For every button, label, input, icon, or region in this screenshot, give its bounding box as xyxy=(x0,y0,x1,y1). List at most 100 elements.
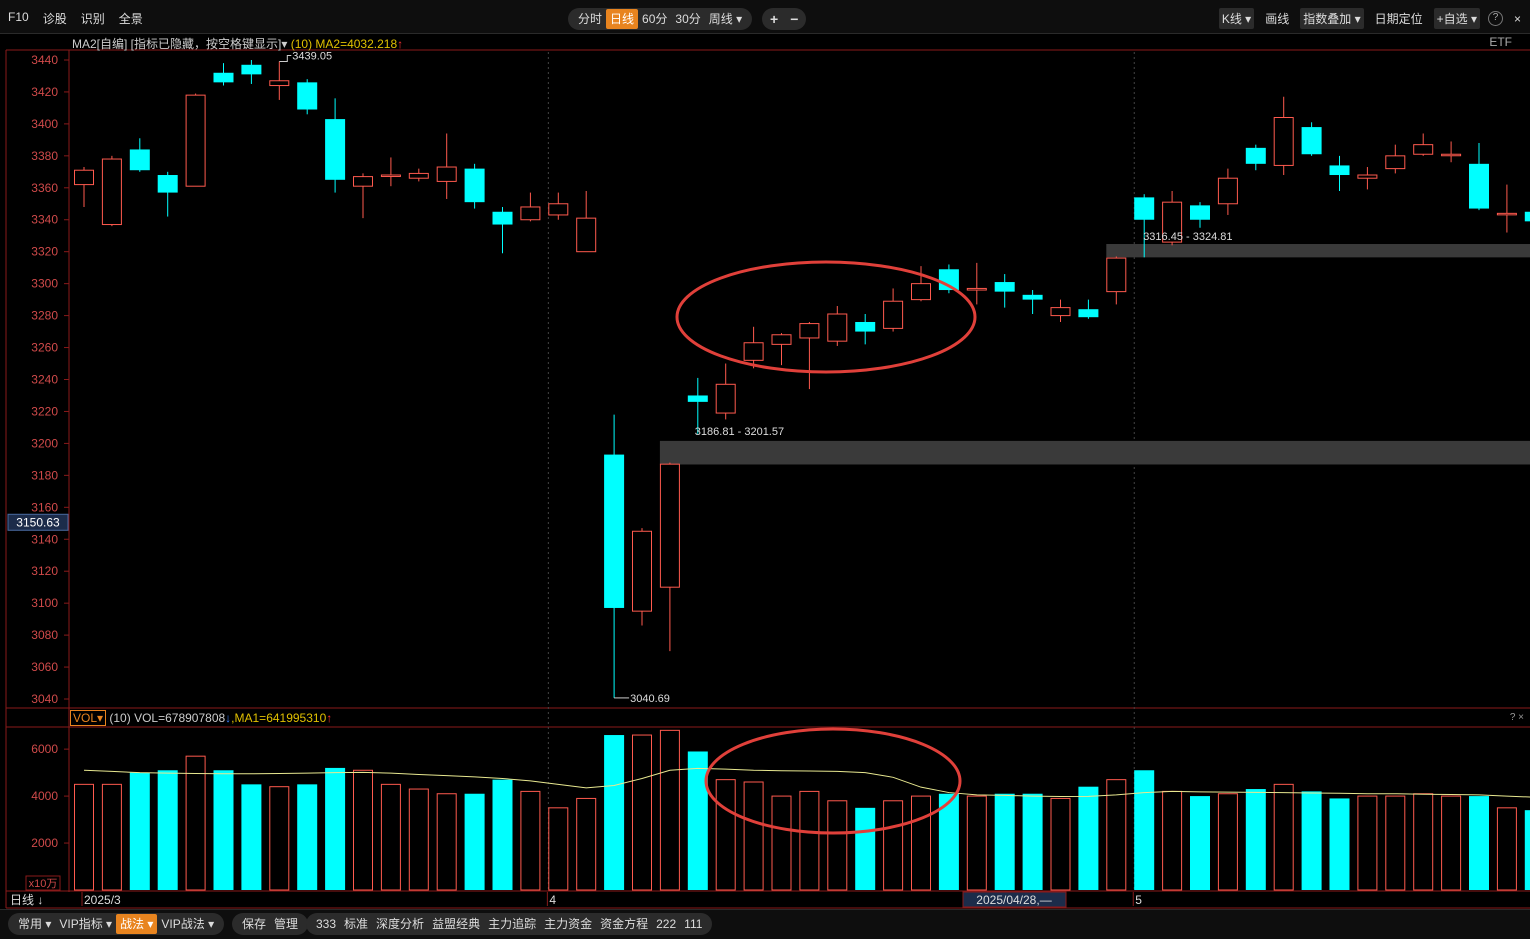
current-price-label: 3150.63 xyxy=(16,515,60,529)
volume-bar-down xyxy=(129,772,150,890)
volume-bar-up xyxy=(436,793,457,891)
candle-body-up xyxy=(1441,153,1462,157)
manage-button[interactable]: 管理 xyxy=(270,914,302,934)
vol-value: VOL=678907808 xyxy=(134,711,226,725)
indicator-name[interactable]: MA2[自编] [指标已隐藏，按空格键显示]▾ xyxy=(72,37,287,51)
candle-body-down xyxy=(157,175,178,193)
common-dropdown[interactable]: 常用 ▾ xyxy=(14,914,55,934)
price-tick-label: 3040 xyxy=(31,692,58,706)
vol-indicator-dropdown[interactable]: VOL▾ xyxy=(70,710,107,726)
price-tick-label: 3080 xyxy=(31,628,58,642)
candle-body-down xyxy=(994,282,1015,292)
price-tick-label: 3400 xyxy=(31,117,58,131)
volume-bar-up xyxy=(576,797,597,891)
price-tick-label: 3320 xyxy=(31,245,58,259)
candle-body-up xyxy=(1385,155,1406,170)
candle-body-up xyxy=(632,530,652,612)
candle-body-up xyxy=(743,342,764,361)
volume-bar-up xyxy=(1413,793,1434,891)
volume-bar-down xyxy=(1022,793,1043,890)
volume-bar-up xyxy=(911,795,931,891)
volume-bar-down xyxy=(297,784,318,890)
candle-body-up xyxy=(74,169,94,186)
price-tick-label: 3100 xyxy=(31,596,58,610)
low-price-label: 3040.69 xyxy=(630,693,670,705)
candle-body-up xyxy=(1413,144,1434,155)
candle-body-down xyxy=(1469,163,1489,209)
volume-bar-down xyxy=(464,793,485,890)
tab-yimeng-classic[interactable]: 益盟经典 xyxy=(428,914,484,934)
high-marker-line xyxy=(279,55,292,63)
candle-body-up xyxy=(715,383,736,414)
date-label: 4 xyxy=(549,893,556,907)
volume-bar-down xyxy=(1245,789,1266,890)
candle-body-down xyxy=(1190,205,1210,220)
strategy-dropdown[interactable]: 战法 ▾ xyxy=(116,914,158,934)
candle-body-up xyxy=(436,166,457,182)
tab-deep-analysis[interactable]: 深度分析 xyxy=(372,914,428,934)
price-tick-label: 3280 xyxy=(31,309,58,323)
save-button[interactable]: 保存 xyxy=(238,914,270,934)
candle-body-down xyxy=(855,321,876,332)
main-indicator-info[interactable]: MA2[自编] [指标已隐藏，按空格键显示]▾ (10) MA2=4032.21… xyxy=(72,35,403,52)
volume-bar-down xyxy=(213,770,234,890)
price-tick-label: 3140 xyxy=(31,532,58,546)
kline-chart[interactable]: 3440 3420 3400 3380 3360 3340 3320 3300 3280 3260… xyxy=(0,0,1530,909)
vol-param: (10) xyxy=(109,711,131,725)
tab-main-force-funds[interactable]: 主力资金 xyxy=(540,914,596,934)
candle-body-up xyxy=(771,334,792,345)
candle-body-down xyxy=(325,119,346,180)
volume-bar-up xyxy=(966,795,987,891)
candle-body-down xyxy=(129,149,150,171)
candle-body-up xyxy=(353,176,373,187)
vip-strategy-dropdown[interactable]: VIP战法 ▾ xyxy=(157,914,218,934)
bottom-toolbar: 常用 ▾ VIP指标 ▾ 战法 ▾ VIP战法 ▾ 保存 管理 333 标准 深… xyxy=(0,909,1530,939)
price-tick-label: 3120 xyxy=(31,564,58,578)
price-tick-label: 3260 xyxy=(31,341,58,355)
volume-bar-down xyxy=(994,793,1015,890)
tab-222[interactable]: 222 xyxy=(652,914,680,934)
gap-range-label: 3316.45 - 3324.81 xyxy=(1143,231,1232,243)
volume-bar-up xyxy=(520,790,541,891)
candle-body-down xyxy=(1245,147,1266,164)
price-tick-label: 3340 xyxy=(31,213,58,227)
candle-body-up xyxy=(1273,117,1294,166)
volume-bar-down xyxy=(1301,791,1322,890)
tab-333[interactable]: 333 xyxy=(312,914,340,934)
candle-body-up xyxy=(408,172,429,179)
volume-bar-up xyxy=(1217,793,1238,891)
tab-fund-equation[interactable]: 资金方程 xyxy=(596,914,652,934)
tab-main-force-track[interactable]: 主力追踪 xyxy=(484,914,540,934)
price-tick-label: 3180 xyxy=(31,468,58,482)
price-tick-label: 3380 xyxy=(31,149,58,163)
candle-body-down xyxy=(1134,197,1155,220)
up-arrow-icon: ↑ xyxy=(397,37,404,51)
candle-body-down xyxy=(1078,309,1099,318)
volume-indicator-info: VOL▾ (10) VOL=678907808↓,MA1=641995310↑ xyxy=(70,710,332,726)
volume-bar-up xyxy=(799,790,820,891)
volume-bar-up xyxy=(1273,783,1294,891)
candle-body-down xyxy=(492,211,513,225)
volume-bar-up xyxy=(771,795,792,891)
volume-bar-down xyxy=(1078,786,1099,890)
price-gap-zone xyxy=(659,440,1530,465)
volume-bar-up xyxy=(659,729,680,891)
vol-unit-label: x10万 xyxy=(29,878,58,890)
tab-standard[interactable]: 标准 xyxy=(340,914,372,934)
candle-body-up xyxy=(576,217,597,253)
vol-ma-value: ,MA1=641995310 xyxy=(231,711,327,725)
vip-indicator-dropdown[interactable]: VIP指标 ▾ xyxy=(55,914,116,934)
volume-bar-down xyxy=(1469,796,1489,890)
etf-label: ETF xyxy=(1489,35,1512,49)
vol-panel-controls[interactable]: ? × xyxy=(1510,712,1524,723)
price-tick-label: 3360 xyxy=(31,181,58,195)
volume-bar-down xyxy=(1329,798,1350,890)
volume-bar-up xyxy=(1357,795,1378,891)
volume-bar-up xyxy=(548,807,569,891)
tab-111[interactable]: 111 xyxy=(680,914,706,934)
gap-range-label: 3186.81 - 3201.57 xyxy=(695,426,784,438)
price-tick-label: 3060 xyxy=(31,660,58,674)
volume-bar-down xyxy=(492,779,513,890)
price-tick-label: 3240 xyxy=(31,373,58,387)
candle-body-down xyxy=(213,72,234,83)
